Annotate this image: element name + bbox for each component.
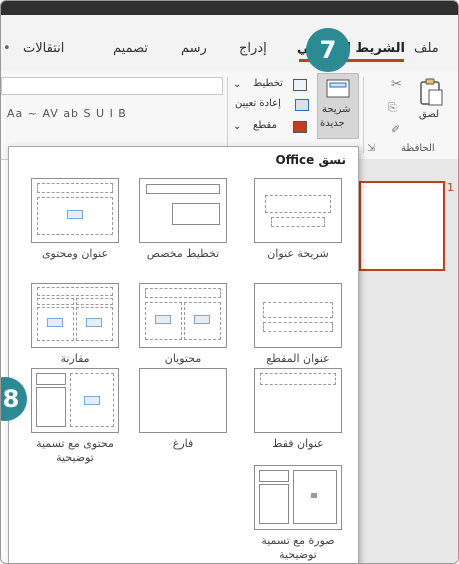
paste-button[interactable]: لصق: [411, 75, 451, 131]
group-separator: [227, 77, 228, 153]
clipboard-group-label: الحافظة: [401, 143, 435, 154]
dialog-launcher-icon[interactable]: ⇲: [367, 143, 375, 154]
layout-icon: [293, 79, 307, 91]
layout-content-caption[interactable]: [31, 368, 119, 433]
font-name-box[interactable]: [1, 77, 223, 95]
section-dropdown-icon: ⌄: [233, 121, 242, 132]
layout-picture-caption[interactable]: [254, 465, 342, 530]
content-icons: [194, 315, 210, 324]
reset-label: إعادة تعيين: [235, 98, 281, 109]
new-slide-label-line1: شريحة: [322, 104, 351, 115]
layout-label: فارغ: [172, 437, 194, 450]
paste-label: لصق: [419, 109, 440, 120]
layout-gallery: نسق Office شريحة عنوان تخطيط مخصص عنوان …: [8, 146, 359, 563]
title-placeholder: [36, 373, 66, 385]
reset-icon: [295, 99, 309, 111]
layout-label: مقارنة: [60, 352, 90, 365]
content-icons: [155, 315, 171, 324]
new-slide-button[interactable]: شريحة جديدة: [317, 73, 359, 139]
layout-label: عنوان ومحتوى: [41, 247, 109, 260]
title-placeholder: [145, 288, 221, 298]
slide-number: 1: [447, 181, 454, 194]
layout-title-slide[interactable]: [254, 178, 342, 243]
layout-custom[interactable]: [139, 178, 227, 243]
title-placeholder: [37, 183, 113, 193]
layout-two-content[interactable]: [139, 283, 227, 348]
layout-label: صورة مع تسمية توضيحية: [261, 534, 335, 561]
title-placeholder: [146, 184, 220, 194]
layout-button[interactable]: ⌄ تخطيط: [231, 77, 315, 93]
new-slide-label-line2: جديدة: [320, 118, 345, 129]
layout-label: تخطيط: [253, 78, 283, 89]
cut-icon[interactable]: ✂: [391, 77, 402, 92]
gallery-title: نسق Office: [275, 153, 346, 167]
title-placeholder: [260, 373, 336, 385]
new-slide-icon: [326, 79, 350, 98]
subtitle-placeholder: [271, 217, 325, 227]
caption-placeholder: [259, 484, 289, 524]
layout-blank[interactable]: [139, 368, 227, 433]
powerpoint-window: ملف الشريط الرئيسي إدراج رسم تصميم انتقا…: [0, 0, 459, 564]
font-format-controls[interactable]: Aa ~ AV ab S U I B: [7, 107, 127, 120]
title-bar: [1, 1, 458, 15]
picture-icon: [311, 493, 317, 498]
layout-label: شريحة عنوان: [267, 247, 329, 260]
layout-section-header[interactable]: [254, 283, 342, 348]
title-placeholder: [263, 302, 333, 318]
content-icons: [84, 396, 100, 405]
left-heading-placeholder: [37, 298, 74, 305]
content-icons: [86, 318, 102, 327]
step-badge-7: 7: [306, 28, 350, 72]
tab-file[interactable]: ملف: [414, 41, 439, 56]
content-placeholder: [172, 203, 220, 225]
layout-label: عنوان المقطع: [266, 352, 330, 365]
layout-title-only[interactable]: [254, 368, 342, 433]
copy-icon[interactable]: ⎘: [388, 101, 397, 115]
title-placeholder: [259, 470, 289, 482]
paste-icon: [420, 78, 443, 106]
right-heading-placeholder: [76, 298, 113, 305]
content-icons: [67, 210, 83, 219]
reset-button[interactable]: إعادة تعيين: [231, 97, 315, 113]
tab-draw[interactable]: رسم: [181, 41, 207, 56]
section-icon: [293, 121, 307, 133]
layout-title-content[interactable]: [31, 178, 119, 243]
group-separator: [363, 77, 364, 153]
text-placeholder: [263, 322, 333, 332]
title-placeholder: [265, 195, 331, 213]
ribbon-tabs: ملف الشريط الرئيسي إدراج رسم تصميم انتقا…: [1, 15, 458, 72]
tab-transitions[interactable]: انتقالات: [23, 41, 64, 56]
caption-placeholder: [36, 387, 66, 427]
layout-label: تخطيط مخصص: [146, 247, 220, 260]
tab-insert[interactable]: إدراج: [239, 41, 267, 56]
layout-label: عنوان فقط: [272, 437, 324, 450]
tab-design[interactable]: تصميم: [113, 41, 148, 56]
title-placeholder: [37, 287, 113, 296]
section-label: مقطع: [253, 120, 277, 131]
layout-dropdown-icon: ⌄: [233, 79, 242, 90]
slide-thumbnail-1[interactable]: [359, 181, 445, 271]
tabs-more-indicator: •: [3, 41, 11, 56]
format-painter-icon[interactable]: ✐: [391, 123, 400, 136]
section-button[interactable]: ⌄ مقطع: [231, 119, 315, 135]
layout-comparison[interactable]: [31, 283, 119, 348]
layout-label: محتوى مع تسمية توضيحية: [36, 437, 114, 464]
content-icons: [47, 318, 63, 327]
layout-label: محتويان: [164, 352, 202, 365]
